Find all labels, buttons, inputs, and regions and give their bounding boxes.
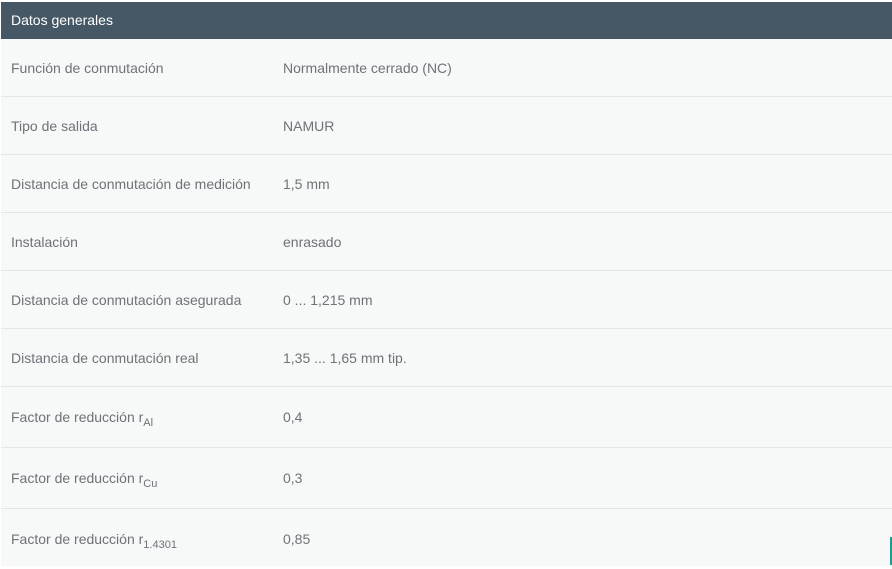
row-value: 0,4 <box>283 409 303 425</box>
row-label: Distancia de conmutación real <box>11 349 199 366</box>
table-row: Función de conmutación Normalmente cerra… <box>1 39 892 97</box>
row-label: Función de conmutación <box>11 59 164 76</box>
table-row: Distancia de conmutación de medición 1,5… <box>1 155 892 213</box>
table-row: Distancia de conmutación asegurada 0 ...… <box>1 271 892 329</box>
general-data-panel: Datos generales Función de conmutación N… <box>1 2 892 566</box>
row-value: 0,85 <box>283 531 311 547</box>
row-label: Distancia de conmutación asegurada <box>11 291 242 308</box>
table-row: Factor de reducción r1.4301 0,85 <box>1 509 892 569</box>
row-value: NAMUR <box>283 117 335 134</box>
row-value: enrasado <box>283 233 342 250</box>
row-value: 0 ... 1,215 mm <box>283 291 373 308</box>
row-value: 1,35 ... 1,65 mm tip. <box>283 349 407 366</box>
table-row: Tipo de salida NAMUR <box>1 97 892 155</box>
panel-title: Datos generales <box>1 2 892 39</box>
row-label: Tipo de salida <box>11 117 98 134</box>
table-row: Factor de reducción rAl 0,4 <box>1 387 892 448</box>
row-label: Factor de reducción rAl <box>11 409 154 429</box>
table-row: Factor de reducción rCu 0,3 <box>1 448 892 509</box>
table-row: Distancia de conmutación real 1,35 ... 1… <box>1 329 892 387</box>
row-value: 1,5 mm <box>283 175 330 192</box>
row-value: Normalmente cerrado (NC) <box>283 59 452 76</box>
row-label: Distancia de conmutación de medición <box>11 175 251 192</box>
row-label: Factor de reducción rCu <box>11 470 158 490</box>
row-label: Factor de reducción r1.4301 <box>11 531 177 551</box>
table-row: Instalación enrasado <box>1 213 892 271</box>
row-label: Instalación <box>11 233 78 250</box>
row-value: 0,3 <box>283 470 303 486</box>
